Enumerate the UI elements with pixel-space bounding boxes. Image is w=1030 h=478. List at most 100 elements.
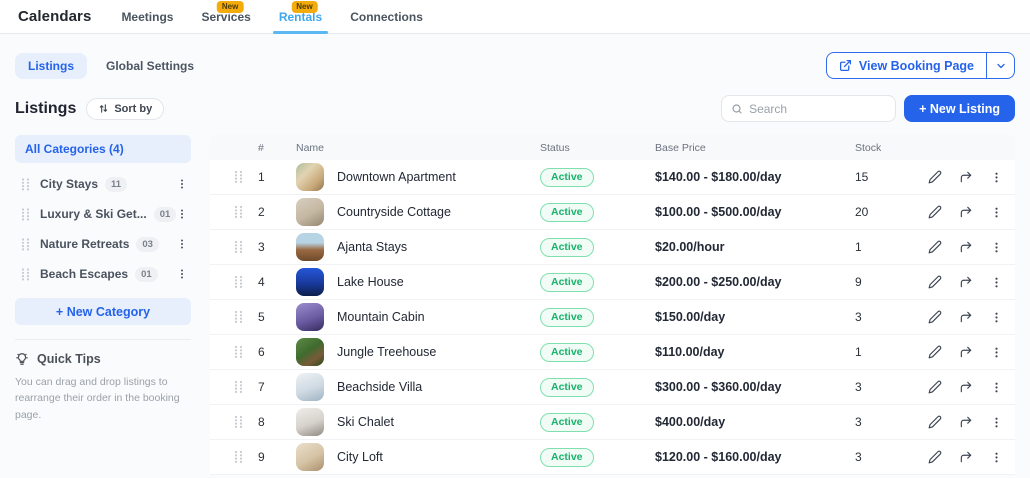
listing-name[interactable]: Mountain Cabin bbox=[337, 310, 425, 324]
status-badge: Active bbox=[540, 308, 594, 327]
category-item-luxury-ski[interactable]: Luxury & Ski Get... 01 bbox=[15, 199, 191, 229]
edit-pencil-icon[interactable] bbox=[928, 450, 942, 464]
share-forward-icon[interactable] bbox=[959, 415, 973, 429]
category-name: Nature Retreats bbox=[40, 237, 129, 251]
status-badge: Active bbox=[540, 273, 594, 292]
table-row: 6 Jungle Treehouse Active $110.00/day 1 bbox=[210, 335, 1015, 370]
search-icon bbox=[731, 103, 743, 115]
kebab-menu-icon[interactable] bbox=[176, 267, 188, 281]
drag-handle-icon[interactable] bbox=[210, 240, 250, 254]
category-count-badge: 01 bbox=[154, 207, 177, 222]
drag-handle-icon[interactable] bbox=[210, 450, 250, 464]
tab-meetings[interactable]: Meetings bbox=[121, 0, 173, 33]
share-forward-icon[interactable] bbox=[959, 450, 973, 464]
share-forward-icon[interactable] bbox=[959, 345, 973, 359]
edit-pencil-icon[interactable] bbox=[928, 170, 942, 184]
drag-handle-icon[interactable] bbox=[21, 268, 30, 281]
listing-thumbnail bbox=[296, 233, 324, 261]
share-forward-icon[interactable] bbox=[959, 310, 973, 324]
share-forward-icon[interactable] bbox=[959, 240, 973, 254]
base-price: $20.00/hour bbox=[655, 240, 855, 254]
base-price: $100.00 - $500.00/day bbox=[655, 205, 855, 219]
kebab-menu-icon[interactable] bbox=[990, 310, 1003, 325]
tab-connections[interactable]: Connections bbox=[350, 0, 423, 33]
listing-name[interactable]: Jungle Treehouse bbox=[337, 345, 436, 359]
listing-thumbnail bbox=[296, 408, 324, 436]
share-forward-icon[interactable] bbox=[959, 170, 973, 184]
tab-listings[interactable]: Listings bbox=[15, 53, 87, 79]
kebab-menu-icon[interactable] bbox=[990, 345, 1003, 360]
drag-handle-icon[interactable] bbox=[210, 380, 250, 394]
search-input[interactable] bbox=[749, 102, 886, 116]
table-row: 8 Ski Chalet Active $400.00/day 3 bbox=[210, 405, 1015, 440]
edit-pencil-icon[interactable] bbox=[928, 310, 942, 324]
kebab-menu-icon[interactable] bbox=[990, 205, 1003, 220]
base-price: $120.00 - $160.00/day bbox=[655, 450, 855, 464]
table-row: 5 Mountain Cabin Active $150.00/day 3 bbox=[210, 300, 1015, 335]
kebab-menu-icon[interactable] bbox=[990, 450, 1003, 465]
view-booking-page-dropdown-button[interactable] bbox=[986, 53, 1014, 78]
stock-value: 15 bbox=[855, 170, 920, 184]
base-price: $400.00/day bbox=[655, 415, 855, 429]
sort-by-button[interactable]: Sort by bbox=[86, 98, 164, 120]
drag-handle-icon[interactable] bbox=[21, 238, 30, 251]
drag-handle-icon[interactable] bbox=[210, 415, 250, 429]
share-forward-icon[interactable] bbox=[959, 205, 973, 219]
page-title: Listings bbox=[15, 100, 76, 118]
row-number: 8 bbox=[250, 415, 296, 429]
new-listing-button[interactable]: + New Listing bbox=[904, 95, 1015, 122]
edit-pencil-icon[interactable] bbox=[928, 345, 942, 359]
category-item-nature-retreats[interactable]: Nature Retreats 03 bbox=[15, 229, 191, 259]
view-booking-page-button[interactable]: View Booking Page bbox=[827, 53, 986, 78]
quick-tips-title: Quick Tips bbox=[37, 352, 101, 366]
share-forward-icon[interactable] bbox=[959, 380, 973, 394]
row-number: 3 bbox=[250, 240, 296, 254]
tab-services[interactable]: New Services bbox=[201, 0, 250, 33]
status-badge: Active bbox=[540, 203, 594, 222]
listing-name[interactable]: Beachside Villa bbox=[337, 380, 422, 394]
edit-pencil-icon[interactable] bbox=[928, 205, 942, 219]
new-category-button[interactable]: + New Category bbox=[15, 298, 191, 325]
category-item-beach-escapes[interactable]: Beach Escapes 01 bbox=[15, 259, 191, 289]
listing-thumbnail bbox=[296, 373, 324, 401]
category-item-city-stays[interactable]: City Stays 11 bbox=[15, 169, 191, 199]
kebab-menu-icon[interactable] bbox=[990, 275, 1003, 290]
drag-handle-icon[interactable] bbox=[21, 208, 30, 221]
edit-pencil-icon[interactable] bbox=[928, 275, 942, 289]
kebab-menu-icon[interactable] bbox=[990, 415, 1003, 430]
drag-handle-icon[interactable] bbox=[210, 205, 250, 219]
listings-table: # Name Status Base Price Stock 1 Downtow… bbox=[210, 135, 1015, 475]
edit-pencil-icon[interactable] bbox=[928, 380, 942, 394]
drag-handle-icon[interactable] bbox=[21, 178, 30, 191]
top-bar: Calendars Meetings New Services New Rent… bbox=[0, 0, 1030, 34]
table-row: 2 Countryside Cottage Active $100.00 - $… bbox=[210, 195, 1015, 230]
tab-global-settings[interactable]: Global Settings bbox=[93, 53, 207, 79]
kebab-menu-icon[interactable] bbox=[990, 170, 1003, 185]
listing-name[interactable]: Ski Chalet bbox=[337, 415, 394, 429]
kebab-menu-icon[interactable] bbox=[990, 380, 1003, 395]
categories-sidebar: All Categories (4) City Stays 11 Luxury … bbox=[15, 135, 191, 423]
kebab-menu-icon[interactable] bbox=[176, 177, 188, 191]
drag-handle-icon[interactable] bbox=[210, 170, 250, 184]
kebab-menu-icon[interactable] bbox=[176, 207, 188, 221]
listing-thumbnail bbox=[296, 163, 324, 191]
new-badge: New bbox=[217, 1, 243, 13]
kebab-menu-icon[interactable] bbox=[176, 237, 188, 251]
listing-name[interactable]: Downtown Apartment bbox=[337, 170, 456, 184]
listing-name[interactable]: Ajanta Stays bbox=[337, 240, 407, 254]
edit-pencil-icon[interactable] bbox=[928, 240, 942, 254]
share-forward-icon[interactable] bbox=[959, 275, 973, 289]
listing-name[interactable]: Countryside Cottage bbox=[337, 205, 451, 219]
kebab-menu-icon[interactable] bbox=[990, 240, 1003, 255]
row-number: 7 bbox=[250, 380, 296, 394]
all-categories-item[interactable]: All Categories (4) bbox=[15, 135, 191, 163]
listing-thumbnail bbox=[296, 303, 324, 331]
edit-pencil-icon[interactable] bbox=[928, 415, 942, 429]
tab-rentals[interactable]: New Rentals bbox=[279, 0, 322, 33]
drag-handle-icon[interactable] bbox=[210, 345, 250, 359]
base-price: $200.00 - $250.00/day bbox=[655, 275, 855, 289]
drag-handle-icon[interactable] bbox=[210, 275, 250, 289]
drag-handle-icon[interactable] bbox=[210, 310, 250, 324]
listing-name[interactable]: Lake House bbox=[337, 275, 404, 289]
listing-name[interactable]: City Loft bbox=[337, 450, 383, 464]
